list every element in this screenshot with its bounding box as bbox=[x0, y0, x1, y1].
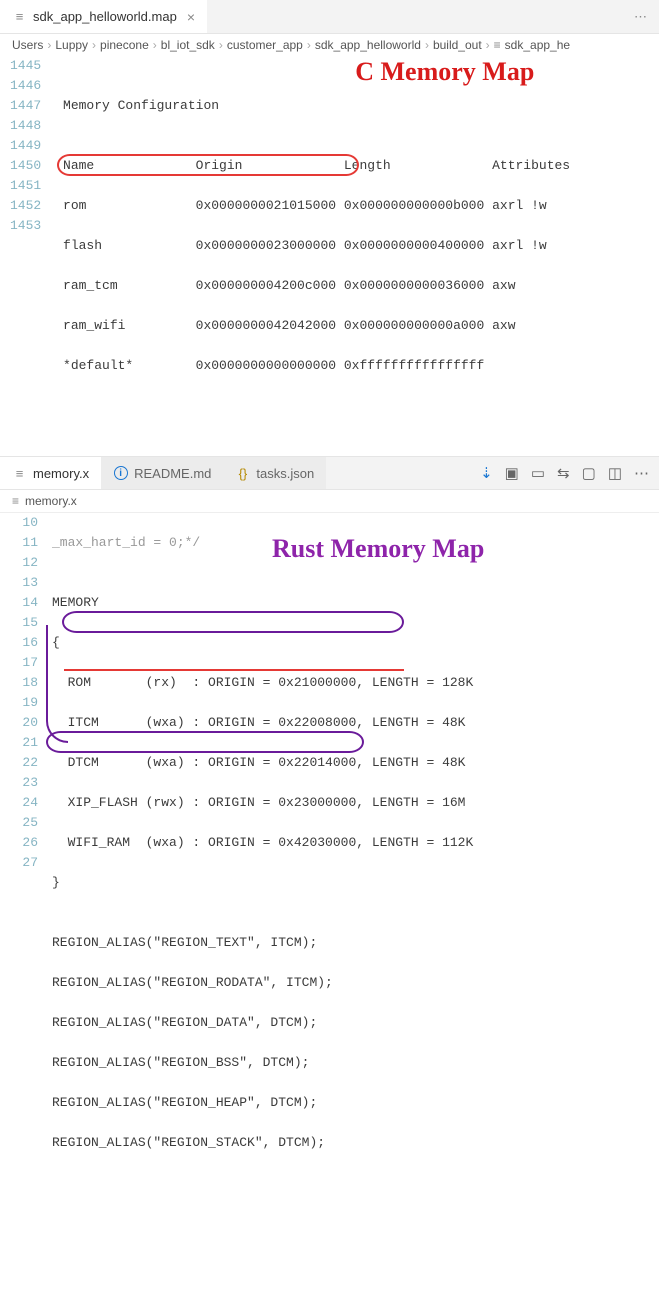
file-icon: ≡ bbox=[12, 466, 27, 481]
subtab-label: memory.x bbox=[25, 494, 77, 508]
tab-tasks-json[interactable]: {} tasks.json bbox=[223, 457, 326, 489]
tab-readme[interactable]: i README.md bbox=[101, 457, 223, 489]
arrow-down-icon[interactable]: ⇣ bbox=[480, 464, 493, 482]
tab-label: tasks.json bbox=[256, 466, 314, 481]
code-line: Name Origin Length Attributes bbox=[55, 156, 659, 176]
code-line: ROM (rx) : ORIGIN = 0x21000000, LENGTH =… bbox=[52, 673, 659, 693]
braces-icon: {} bbox=[235, 466, 250, 481]
tab-actions: ⋯ bbox=[634, 9, 659, 25]
preview-icon[interactable]: ▢ bbox=[582, 464, 596, 482]
editor-toolbar: ⇣ ▣ ▭ ⇆ ▢ ◫ ⋯ bbox=[480, 464, 659, 482]
code-line: { bbox=[52, 633, 659, 653]
top-tab-bar: ≡ sdk_app_helloworld.map × ⋯ bbox=[0, 0, 659, 34]
info-icon: i bbox=[113, 466, 128, 480]
rect-icon[interactable]: ▭ bbox=[531, 464, 545, 482]
code-line: REGION_ALIAS("REGION_RODATA", ITCM); bbox=[52, 973, 659, 993]
gutter: 10 11 12 13 14 15 16 17 18 19 20 21 22 2… bbox=[0, 513, 52, 1313]
gutter: 1445 1446 1447 1448 1449 1450 1451 1452 … bbox=[0, 56, 55, 456]
editor-pane-1: 1445 1446 1447 1448 1449 1450 1451 1452 … bbox=[0, 56, 659, 456]
crumb[interactable]: Luppy bbox=[55, 38, 88, 52]
crumb[interactable]: build_out bbox=[433, 38, 482, 52]
code-line: REGION_ALIAS("REGION_TEXT", ITCM); bbox=[52, 933, 659, 953]
code-line: rom 0x0000000021015000 0x000000000000b00… bbox=[55, 196, 659, 216]
code-line: REGION_ALIAS("REGION_STACK", DTCM); bbox=[52, 1133, 659, 1153]
crumb[interactable]: Users bbox=[12, 38, 43, 52]
editor-pane-2: 10 11 12 13 14 15 16 17 18 19 20 21 22 2… bbox=[0, 513, 659, 1313]
compare-icon[interactable]: ⇆ bbox=[557, 464, 570, 482]
crumb[interactable]: customer_app bbox=[227, 38, 303, 52]
crumb[interactable]: pinecone bbox=[100, 38, 149, 52]
tab-map-file[interactable]: ≡ sdk_app_helloworld.map × bbox=[0, 0, 207, 33]
crumb[interactable]: sdk_app_helloworld bbox=[315, 38, 421, 52]
file-icon: ≡ bbox=[12, 494, 19, 508]
highlight-region-text-row bbox=[46, 731, 364, 753]
code-line: XIP_FLASH (rwx) : ORIGIN = 0x23000000, L… bbox=[52, 793, 659, 813]
code-line: ram_tcm 0x000000004200c000 0x00000000000… bbox=[55, 276, 659, 296]
code-line: *default* 0x0000000000000000 0xfffffffff… bbox=[55, 356, 659, 376]
more-icon[interactable]: ⋯ bbox=[634, 9, 647, 25]
code-line: flash 0x0000000023000000 0x0000000000400… bbox=[55, 236, 659, 256]
split-icon[interactable]: ◫ bbox=[608, 464, 622, 482]
more-icon[interactable]: ⋯ bbox=[634, 464, 649, 482]
highlight-xip-flash-underline bbox=[64, 669, 404, 671]
square-dot-icon[interactable]: ▣ bbox=[505, 464, 519, 482]
overlay-c-title: C Memory Map bbox=[355, 62, 534, 82]
code-line: REGION_ALIAS("REGION_DATA", DTCM); bbox=[52, 1013, 659, 1033]
file-icon: ≡ bbox=[12, 9, 27, 24]
code-line: _max_hart_id = 0;*/ bbox=[52, 533, 659, 553]
code-line: REGION_ALIAS("REGION_BSS", DTCM); bbox=[52, 1053, 659, 1073]
code-line: WIFI_RAM (wxa) : ORIGIN = 0x42030000, LE… bbox=[52, 833, 659, 853]
highlight-itcm-row bbox=[62, 611, 404, 633]
code-line: ITCM (wxa) : ORIGIN = 0x22008000, LENGTH… bbox=[52, 713, 659, 733]
code-line: ram_wifi 0x0000000042042000 0x0000000000… bbox=[55, 316, 659, 336]
tab-memory-x[interactable]: ≡ memory.x bbox=[0, 457, 101, 489]
tab-label: sdk_app_helloworld.map bbox=[33, 9, 177, 24]
crumb[interactable]: sdk_app_he bbox=[505, 38, 570, 52]
bottom-tab-bar: ≡ memory.x i README.md {} tasks.json ⇣ ▣… bbox=[0, 456, 659, 490]
sub-breadcrumb[interactable]: ≡ memory.x bbox=[0, 490, 659, 513]
code-line: } bbox=[52, 873, 659, 893]
close-icon[interactable]: × bbox=[187, 9, 195, 25]
breadcrumb[interactable]: Users› Luppy› pinecone› bl_iot_sdk› cust… bbox=[0, 34, 659, 56]
code-area[interactable]: Memory Configuration Name Origin Length … bbox=[55, 56, 659, 456]
code-line: MEMORY bbox=[52, 593, 659, 613]
code-line: REGION_ALIAS("REGION_HEAP", DTCM); bbox=[52, 1093, 659, 1113]
crumb[interactable]: bl_iot_sdk bbox=[161, 38, 215, 52]
code-line: DTCM (wxa) : ORIGIN = 0x22014000, LENGTH… bbox=[52, 753, 659, 773]
code-area[interactable]: _max_hart_id = 0;*/ MEMORY { ROM (rx) : … bbox=[52, 513, 659, 1313]
tab-label: README.md bbox=[134, 466, 211, 481]
tab-label: memory.x bbox=[33, 466, 89, 481]
code-line: Memory Configuration bbox=[55, 96, 659, 116]
